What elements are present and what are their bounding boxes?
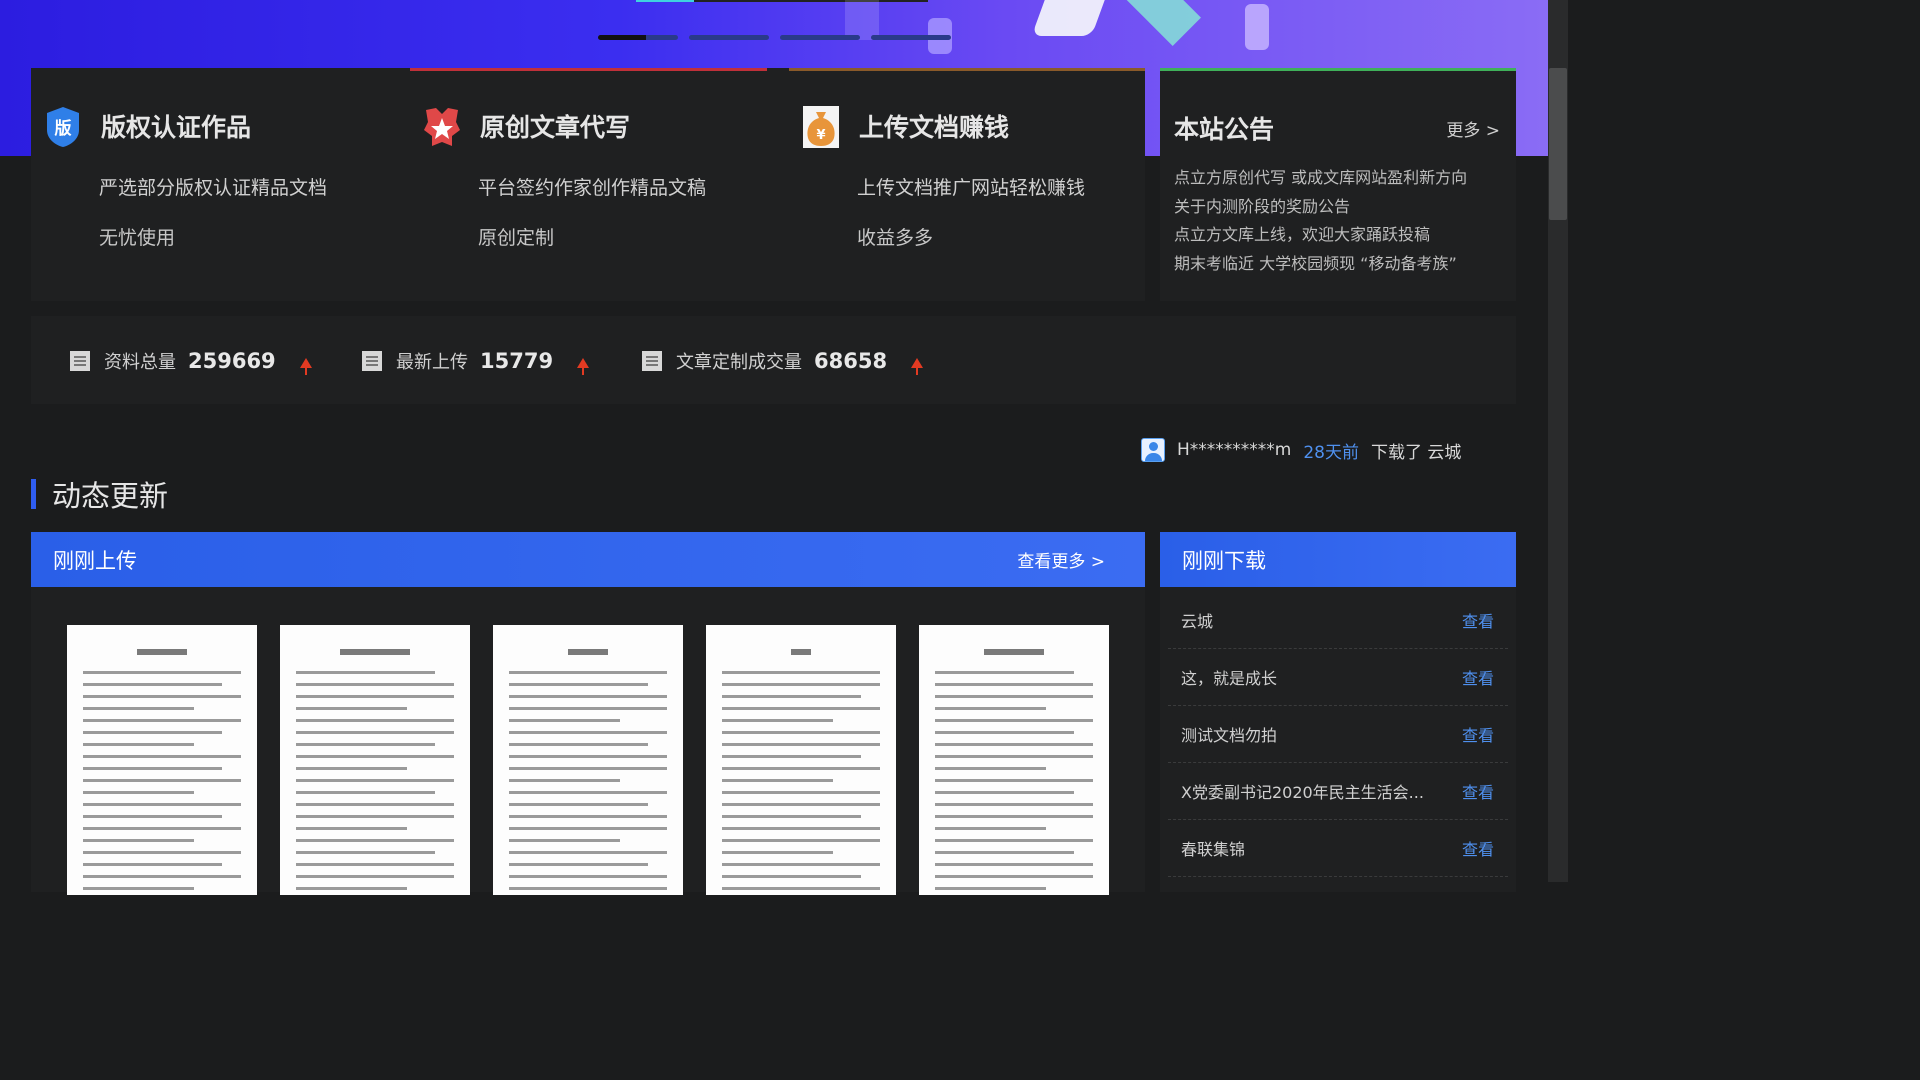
notice-item[interactable]: 期末考临近 大学校园频现 “移动备考族” [1174, 250, 1467, 279]
feature-description: 无忧使用 [99, 227, 176, 249]
banner-decoration [845, 0, 879, 40]
money-bag-icon: ¥ [803, 106, 839, 148]
section-heading: 动态更新 [31, 478, 168, 513]
uploads-more-link[interactable]: 查看更多 > [1017, 547, 1105, 572]
notice-more-link[interactable]: 更多 > [1446, 116, 1500, 141]
notice-item[interactable]: 点立方文库上线，欢迎大家踊跃投稿 [1174, 221, 1467, 250]
up-arrow-icon [577, 358, 590, 375]
downloads-list: 云城 查看 这，就是成长 查看 测试文档勿拍 查看 X党委副书记2020年民主生… [1168, 592, 1508, 877]
feature-description: 上传文档推广网站轻松赚钱 [857, 177, 1086, 199]
carousel-dot[interactable] [780, 35, 860, 40]
document-thumbnail[interactable] [280, 625, 470, 895]
ticker-time: 28天前 [1303, 442, 1359, 463]
svg-text:¥: ¥ [816, 128, 825, 143]
banner-decoration [636, 0, 928, 2]
download-name[interactable]: 云城 [1181, 608, 1213, 632]
site-notice-panel: 本站公告 更多 > 点立方原创代写 或成文库网站盈利新方向 关于内测阶段的奖励公… [1160, 68, 1516, 301]
svg-text:版: 版 [55, 118, 72, 139]
uploads-header: 刚刚上传 查看更多 > [31, 532, 1145, 587]
document-thumbnail[interactable] [67, 625, 257, 895]
heading-marker [31, 479, 36, 509]
recent-downloads-panel: 刚刚下载 云城 查看 这，就是成长 查看 测试文档勿拍 查看 X党委副书记202… [1160, 532, 1516, 892]
carousel-dot[interactable] [871, 35, 951, 40]
scrollbar-thumb[interactable] [1549, 68, 1567, 220]
stat-latest-uploads: 最新上传 15779 [362, 346, 590, 376]
document-icon [362, 351, 382, 371]
view-link[interactable]: 查看 [1462, 722, 1494, 746]
list-item: 这，就是成长 查看 [1168, 649, 1508, 706]
carousel-indicators [598, 35, 951, 40]
stat-label: 最新上传 [396, 352, 468, 373]
view-link[interactable]: 查看 [1462, 836, 1494, 860]
download-name[interactable]: 春联集锦 [1181, 836, 1245, 860]
up-arrow-icon [911, 358, 924, 375]
up-arrow-icon [299, 358, 312, 375]
banner-decoration [1031, 0, 1109, 36]
copyright-badge-icon: 版 [45, 106, 81, 148]
feature-description: 收益多多 [857, 227, 934, 249]
list-item: 云城 查看 [1168, 592, 1508, 649]
notice-list: 点立方原创代写 或成文库网站盈利新方向 关于内测阶段的奖励公告 点立方文库上线，… [1174, 164, 1467, 278]
download-name[interactable]: 测试文档勿拍 [1181, 722, 1277, 746]
feature-description: 原创定制 [478, 227, 555, 249]
view-link[interactable]: 查看 [1462, 779, 1494, 803]
notice-title: 本站公告 [1174, 115, 1275, 144]
download-name[interactable]: X党委副书记2020年民主生活会... [1181, 779, 1424, 803]
document-thumbnail[interactable] [919, 625, 1109, 895]
document-thumbnail[interactable] [706, 625, 896, 895]
feature-title: 版权认证作品 [101, 113, 252, 142]
document-thumbnails [67, 625, 1109, 895]
ticker-action[interactable]: 下载了 云城 [1371, 438, 1461, 463]
feature-upload-earn[interactable]: ¥ 上传文档赚钱 上传文档推广网站轻松赚钱 收益多多 [789, 68, 1159, 301]
feature-description: 严选部分版权认证精品文档 [99, 177, 328, 199]
view-link[interactable]: 查看 [1462, 665, 1494, 689]
feature-title: 上传文档赚钱 [859, 113, 1010, 142]
banner-decoration [1245, 4, 1269, 50]
page-scrollbar[interactable] [1548, 0, 1568, 882]
section-title: 动态更新 [52, 479, 169, 513]
document-icon [642, 351, 662, 371]
notice-item[interactable]: 关于内测阶段的奖励公告 [1174, 193, 1467, 222]
list-item: 春联集锦 查看 [1168, 820, 1508, 877]
star-award-icon [424, 106, 460, 148]
document-icon [70, 351, 90, 371]
downloads-title: 刚刚下载 [1182, 548, 1266, 573]
stat-custom-articles: 文章定制成交量 68658 [642, 346, 924, 376]
feature-description: 平台签约作家创作精品文稿 [478, 177, 707, 199]
notice-item[interactable]: 点立方原创代写 或成文库网站盈利新方向 [1174, 164, 1467, 193]
banner-decoration [1109, 0, 1201, 46]
uploads-title: 刚刚上传 [53, 548, 137, 573]
document-thumbnail[interactable] [493, 625, 683, 895]
feature-original-writing[interactable]: 原创文章代写 平台签约作家创作精品文稿 原创定制 [410, 68, 780, 301]
list-item: 测试文档勿拍 查看 [1168, 706, 1508, 763]
stat-label: 文章定制成交量 [676, 352, 802, 373]
ticker-user: H**********m [1177, 440, 1292, 460]
stat-label: 资料总量 [104, 352, 176, 373]
feature-title: 原创文章代写 [480, 113, 631, 142]
user-avatar-icon [1141, 438, 1165, 462]
stat-value: 68658 [814, 349, 888, 373]
list-item: X党委副书记2020年民主生活会... 查看 [1168, 763, 1508, 820]
stat-value: 15779 [480, 349, 554, 373]
stats-bar: 资料总量 259669 最新上传 15779 文章定制成交量 68658 [31, 316, 1516, 404]
stat-total-documents: 资料总量 259669 [70, 346, 312, 376]
downloads-header: 刚刚下载 [1160, 532, 1516, 587]
download-name[interactable]: 这，就是成长 [1181, 665, 1277, 689]
carousel-dot[interactable] [598, 35, 678, 40]
download-ticker: H**********m 28天前 下载了 云城 [1141, 436, 1461, 464]
feature-panel: 版 版权认证作品 严选部分版权认证精品文档 无忧使用 原创文章代写 平台签约作家… [31, 68, 1145, 301]
stat-value: 259669 [188, 349, 276, 373]
carousel-dot[interactable] [689, 35, 769, 40]
recent-uploads-panel: 刚刚上传 查看更多 > [31, 532, 1145, 895]
feature-copyright[interactable]: 版 版权认证作品 严选部分版权认证精品文档 无忧使用 [31, 68, 401, 301]
view-link[interactable]: 查看 [1462, 608, 1494, 632]
